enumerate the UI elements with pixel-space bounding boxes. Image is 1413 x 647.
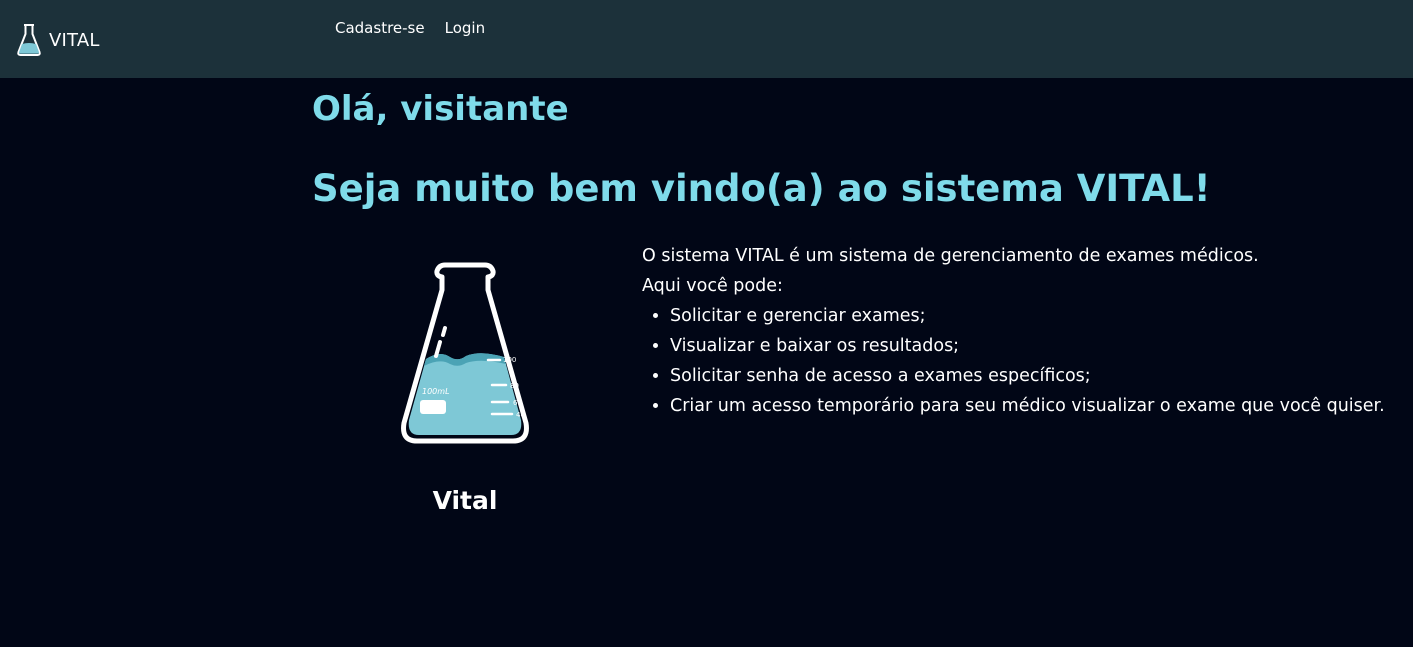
list-intro: Aqui você pode: xyxy=(642,276,783,296)
flask-tick-label: 60 xyxy=(513,399,522,407)
list-item: Solicitar e gerenciar exames; xyxy=(670,301,1402,331)
flask-icon xyxy=(17,24,41,56)
welcome-heading: Seja muito bem vindo(a) ao sistema VITAL… xyxy=(312,167,1211,210)
brand-title: VITAL xyxy=(49,29,100,51)
greeting-heading: Olá, visitante xyxy=(312,89,569,129)
logo-card: 100mL 100 80 60 40 Vital xyxy=(370,258,560,515)
flask-icon: 100mL 100 80 60 40 xyxy=(401,262,529,444)
list-item: Criar um acesso temporário para seu médi… xyxy=(670,391,1402,421)
brand-link[interactable]: VITAL xyxy=(16,22,100,58)
flask-tick-label: 40 xyxy=(516,411,525,419)
list-item: Visualizar e baixar os resultados; xyxy=(670,331,1402,361)
signup-link[interactable]: Cadastre-se xyxy=(335,19,425,37)
navbar: VITAL Cadastre-se Login xyxy=(0,0,1413,78)
flask-tick-label: 100 xyxy=(503,356,516,364)
flask-volume-label: 100mL xyxy=(422,387,450,396)
logo-caption: Vital xyxy=(432,486,498,515)
system-description: O sistema VITAL é um sistema de gerencia… xyxy=(642,246,1259,266)
intro-section: O sistema VITAL é um sistema de gerencia… xyxy=(642,241,1402,421)
list-item: Solicitar senha de acesso a exames espec… xyxy=(670,361,1402,391)
flask-tick-label: 80 xyxy=(510,382,519,390)
nav-links: Cadastre-se Login xyxy=(335,19,485,37)
login-link[interactable]: Login xyxy=(445,19,485,37)
feature-list: Solicitar e gerenciar exames; Visualizar… xyxy=(642,301,1402,421)
